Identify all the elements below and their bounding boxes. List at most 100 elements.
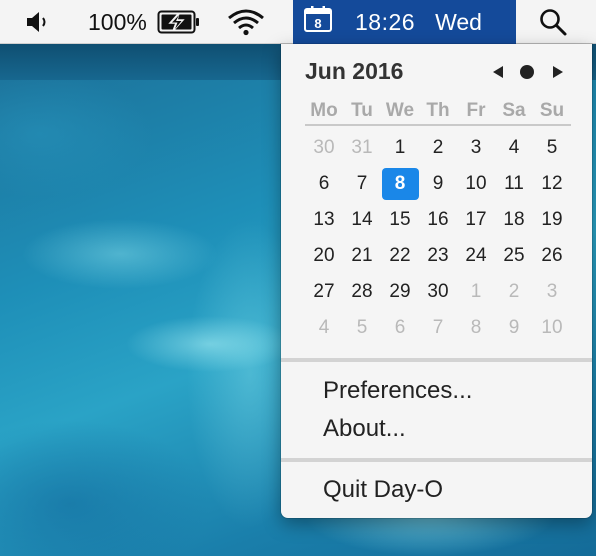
calendar-day[interactable]: 4 xyxy=(495,130,533,166)
calendar-day-number: 8 xyxy=(381,168,419,200)
calendar-day-number: 5 xyxy=(356,317,368,338)
calendar-day[interactable]: 4 xyxy=(305,310,343,346)
calendar-day[interactable]: 21 xyxy=(343,238,381,274)
calendar-day[interactable]: 10 xyxy=(457,166,495,202)
calendar-day-number: 23 xyxy=(427,245,449,266)
calendar-day-today[interactable]: 8 xyxy=(381,166,419,202)
calendar-day-number: 3 xyxy=(546,281,558,302)
calendar-day-number: 16 xyxy=(427,209,449,230)
calendar-day-number: 13 xyxy=(313,209,335,230)
calendar-day[interactable]: 30 xyxy=(305,130,343,166)
clock-day: Wed xyxy=(435,8,482,35)
calendar-day[interactable]: 1 xyxy=(457,274,495,310)
calendar-day[interactable]: 7 xyxy=(419,310,457,346)
battery-percent[interactable]: 100% xyxy=(88,0,147,44)
calendar-day[interactable]: 7 xyxy=(343,166,381,202)
calendar-day-number: 4 xyxy=(508,137,520,158)
weekday-label: Mo xyxy=(310,100,338,121)
calendar-day[interactable]: 5 xyxy=(533,130,571,166)
calendar-day[interactable]: 2 xyxy=(419,130,457,166)
calendar-day[interactable]: 9 xyxy=(495,310,533,346)
volume-icon[interactable] xyxy=(24,0,54,44)
calendar-day[interactable]: 1 xyxy=(381,130,419,166)
calendar-day[interactable]: 25 xyxy=(495,238,533,274)
next-month-icon[interactable] xyxy=(553,66,563,78)
calendar-day[interactable]: 20 xyxy=(305,238,343,274)
weekday-label: Fr xyxy=(466,100,486,121)
wifi-icon[interactable] xyxy=(226,0,266,44)
calendar-header: Jun 2016 xyxy=(305,58,571,88)
quit-menu-item[interactable]: Quit Day-O xyxy=(323,475,443,505)
calendar-day[interactable]: 10 xyxy=(533,310,571,346)
menu-separator xyxy=(281,358,592,362)
calendar-day-number: 3 xyxy=(470,137,482,158)
calendar-day[interactable]: 27 xyxy=(305,274,343,310)
weekday-label: We xyxy=(385,100,415,121)
calendar-day[interactable]: 3 xyxy=(457,130,495,166)
svg-text:8: 8 xyxy=(314,16,321,31)
calendar-day[interactable]: 11 xyxy=(495,166,533,202)
calendar-day[interactable]: 26 xyxy=(533,238,571,274)
calendar-day-number: 20 xyxy=(313,245,335,266)
calendar-day-number: 9 xyxy=(508,317,520,338)
calendar-day[interactable]: 22 xyxy=(381,238,419,274)
calendar-day[interactable]: 31 xyxy=(343,130,381,166)
calendar-day-number: 30 xyxy=(313,137,335,158)
calendar-day[interactable]: 6 xyxy=(305,166,343,202)
calendar-day[interactable]: 2 xyxy=(495,274,533,310)
calendar-day[interactable]: 9 xyxy=(419,166,457,202)
search-icon[interactable] xyxy=(538,0,568,44)
calendar-day[interactable]: 24 xyxy=(457,238,495,274)
calendar-day-number: 17 xyxy=(465,209,487,230)
calendar-day[interactable]: 23 xyxy=(419,238,457,274)
calendar-day-number: 28 xyxy=(351,281,373,302)
calendar-day-number: 22 xyxy=(389,245,411,266)
calendar-day-number: 26 xyxy=(541,245,563,266)
calendar-day-number: 12 xyxy=(541,173,563,194)
calendar-day-number: 30 xyxy=(427,281,449,302)
calendar-day-number: 18 xyxy=(503,209,525,230)
calendar-day-number: 21 xyxy=(351,245,373,266)
day-o-menubar-item[interactable]: 8 18:26 Wed xyxy=(293,0,516,44)
calendar-day[interactable]: 3 xyxy=(533,274,571,310)
previous-month-icon[interactable] xyxy=(493,66,503,78)
calendar-day-number: 11 xyxy=(504,173,524,194)
calendar-day[interactable]: 5 xyxy=(343,310,381,346)
preferences-menu-item[interactable]: Preferences... xyxy=(323,376,472,406)
menu-separator xyxy=(281,458,592,462)
calendar-day-number: 1 xyxy=(470,281,482,302)
calendar-day-number: 4 xyxy=(318,317,330,338)
calendar-day-number: 25 xyxy=(503,245,525,266)
calendar-day[interactable]: 16 xyxy=(419,202,457,238)
weekday-label: Tu xyxy=(351,100,373,121)
weekday-label: Th xyxy=(426,100,450,121)
calendar-day-number: 31 xyxy=(351,137,373,158)
calendar-day[interactable]: 8 xyxy=(457,310,495,346)
calendar-day[interactable]: 29 xyxy=(381,274,419,310)
calendar-day[interactable]: 19 xyxy=(533,202,571,238)
calendar-day[interactable]: 30 xyxy=(419,274,457,310)
about-menu-item[interactable]: About... xyxy=(323,414,406,444)
calendar-day-number: 27 xyxy=(313,281,335,302)
calendar-day[interactable]: 18 xyxy=(495,202,533,238)
weekday-label: Sa xyxy=(502,100,526,121)
calendar-day-number: 2 xyxy=(508,281,520,302)
weekday-header-row: Mo Tu We Th Fr Sa Su xyxy=(305,100,571,126)
calendar-day[interactable]: 28 xyxy=(343,274,381,310)
calendar-day[interactable]: 14 xyxy=(343,202,381,238)
calendar-day-number: 7 xyxy=(432,317,444,338)
today-dot-icon[interactable] xyxy=(520,65,534,79)
calendar-day-number: 15 xyxy=(389,209,411,230)
calendar-day-number: 1 xyxy=(394,137,406,158)
calendar-day[interactable]: 15 xyxy=(381,202,419,238)
calendar-day-number: 9 xyxy=(432,173,444,194)
battery-charging-icon[interactable] xyxy=(157,0,201,44)
calendar-day[interactable]: 17 xyxy=(457,202,495,238)
calendar-day-number: 6 xyxy=(318,173,330,194)
calendar-day-number: 29 xyxy=(389,281,411,302)
calendar-day[interactable]: 12 xyxy=(533,166,571,202)
calendar-day[interactable]: 6 xyxy=(381,310,419,346)
calendar-day[interactable]: 13 xyxy=(305,202,343,238)
calendar-day-grid: 30 31 1 2 3 4 5 6 7 8 9 10 11 12 13 14 15 16 17 18 19 20 21 22 2… xyxy=(305,130,571,346)
calendar-day-number: 6 xyxy=(394,317,406,338)
